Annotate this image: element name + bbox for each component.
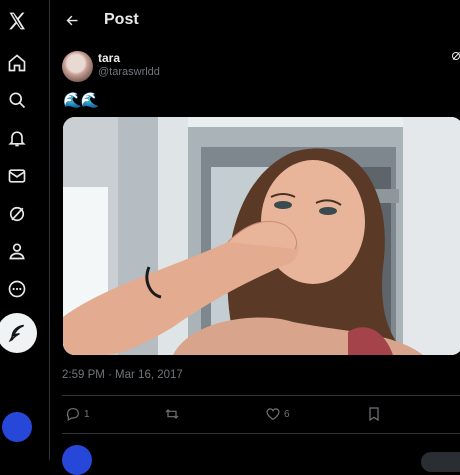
repost-icon (165, 409, 179, 419)
bell-icon[interactable] (5, 126, 29, 150)
arrow-left-icon (66, 15, 77, 25)
reply-icon (66, 408, 79, 422)
more-circle-icon[interactable] (5, 277, 29, 301)
profile-icon[interactable] (5, 239, 29, 263)
selfie-photo (63, 117, 460, 355)
page-title: Post (104, 11, 139, 28)
reply-composer-avatar (62, 445, 92, 475)
account-avatar[interactable] (2, 412, 32, 442)
repost-button[interactable] (164, 405, 183, 423)
mail-icon[interactable] (5, 164, 29, 188)
back-button[interactable] (61, 9, 83, 31)
author-display-name[interactable]: tara (98, 51, 120, 65)
reply-submit-button[interactable] (421, 452, 460, 472)
sidebar-nav (0, 0, 50, 460)
reply-count: 1 (84, 408, 90, 420)
heart-icon (266, 408, 280, 421)
main-column: Post tara @taraswrldd 🌊🌊 2:59 PM · Mar 1… (51, 0, 460, 475)
tweet-media-photo[interactable] (63, 117, 460, 355)
like-count: 6 (284, 408, 290, 420)
home-icon[interactable] (5, 51, 29, 75)
divider (62, 395, 460, 396)
x-logo-icon[interactable] (5, 9, 29, 33)
grok-icon (452, 52, 460, 60)
tweet-timestamp[interactable]: 2:59 PM · Mar 16, 2017 (62, 369, 183, 381)
search-icon[interactable] (5, 88, 29, 112)
bookmark-icon (369, 407, 379, 422)
bookmark-button[interactable] (366, 405, 382, 423)
compose-icon (8, 324, 24, 343)
grok-actions-button[interactable] (450, 49, 460, 63)
reply-button[interactable]: 1 (65, 405, 90, 423)
author-avatar[interactable] (62, 51, 93, 82)
like-button[interactable]: 6 (265, 405, 290, 423)
page-header: Post (51, 0, 460, 42)
compose-button[interactable] (0, 313, 37, 353)
divider (62, 433, 460, 434)
author-handle[interactable]: @taraswrldd (98, 66, 160, 78)
tweet-text: 🌊🌊 (63, 92, 99, 109)
grok-icon[interactable] (5, 202, 29, 226)
